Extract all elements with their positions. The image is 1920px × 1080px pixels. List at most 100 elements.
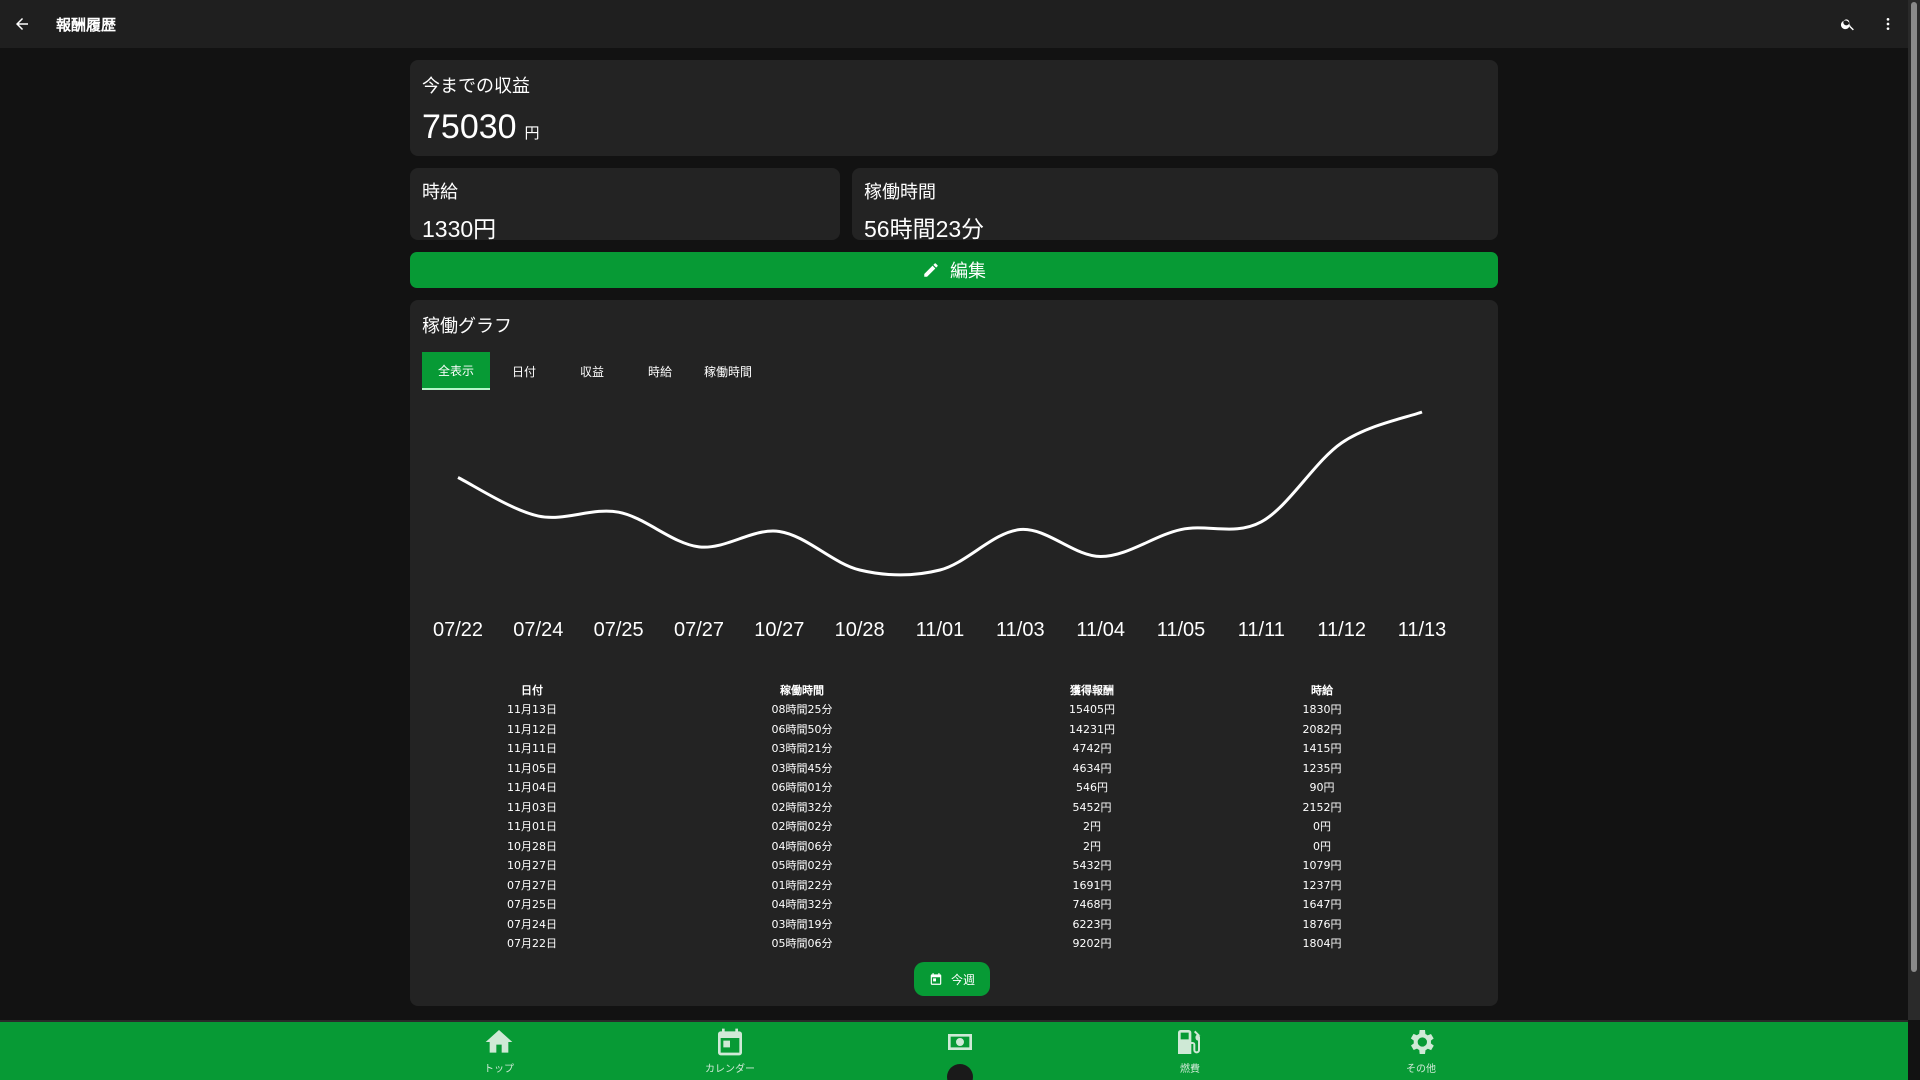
- edit-button[interactable]: 編集: [410, 252, 1498, 288]
- home-icon: [485, 1030, 513, 1053]
- gear-icon: [1410, 1030, 1434, 1054]
- table-cell: 06時間50分: [771, 722, 833, 736]
- table-cell: 07月24日: [507, 917, 557, 931]
- line-chart-svg: 07/22 07/24 07/25 07/27 10/27 10/28 11/01 11/03…: [433, 410, 1447, 641]
- nav-item-label: 燃費: [1180, 1064, 1200, 1075]
- x-tick-label: 07/27: [674, 619, 724, 641]
- back-button[interactable]: [2, 0, 42, 48]
- line-chart: 07/22 07/24 07/25 07/27 10/27 10/28 11/01 11/03…: [422, 400, 1486, 650]
- table-row: 07月25日 04時間32分 7468円 1647円: [422, 895, 1486, 915]
- table-row: 10月27日 05時間02分 5432円 1079円: [422, 856, 1486, 876]
- table-cell: 5452円: [1072, 800, 1112, 814]
- table-cell: 1235円: [1302, 761, 1342, 775]
- table-row: 10月28日 04時間06分 2円 0円: [422, 836, 1486, 856]
- tab-hourly-wage[interactable]: 時給: [626, 352, 694, 390]
- table-cell: 1079円: [1302, 859, 1342, 873]
- search-icon: [1840, 19, 1854, 31]
- table-cell: 2円: [1083, 839, 1101, 853]
- table-cell: 11月11日: [507, 742, 557, 756]
- graph-tabs: 全表示 日付 収益 時給 稼働時間: [422, 352, 1486, 390]
- table-cell: 0円: [1313, 839, 1331, 853]
- total-earnings-unit: 円: [524, 124, 540, 142]
- tab-working-hours[interactable]: 稼働時間: [694, 352, 762, 390]
- table-cell: 2082円: [1302, 722, 1342, 736]
- this-week-button[interactable]: 今週: [914, 962, 990, 996]
- table-cell: 11月05日: [507, 761, 557, 775]
- table-cell: 10月28日: [507, 839, 557, 853]
- history-table: 日付 稼働時間 獲得報酬 時給 11月13日 08時間25分 15405円 1830円 11月1…: [422, 680, 1486, 953]
- table-cell: 07月27日: [507, 878, 557, 892]
- table-cell: 1415円: [1302, 742, 1342, 756]
- table-cell: 06時間01分: [771, 781, 833, 795]
- table-cell: 07月25日: [507, 898, 557, 912]
- table-row: 11月13日 08時間25分 15405円 1830円: [422, 700, 1486, 720]
- table-cell: 03時間21分: [771, 742, 833, 756]
- tab-earnings[interactable]: 収益: [558, 352, 626, 390]
- x-tick-label: 07/22: [433, 619, 483, 641]
- tab-all[interactable]: 全表示: [422, 352, 490, 390]
- scrollbar[interactable]: [1908, 0, 1920, 1020]
- table-row: 11月03日 02時間32分 5452円 2152円: [422, 797, 1486, 817]
- table-row: 11月05日 03時間45分 4634円 1235円: [422, 758, 1486, 778]
- scrollbar-thumb[interactable]: [1911, 2, 1917, 972]
- main-content: 今までの収益 75030 円 時給 1330円 稼働時間 56時間23分 編集 …: [410, 60, 1498, 1006]
- table-header-row: 日付 稼働時間 獲得報酬 時給: [422, 680, 1486, 700]
- bottom-navigation: トップ カレンダー 燃費 その他: [0, 1020, 1908, 1080]
- table-row: 07月22日 05時間06分 9202円 1804円: [422, 934, 1486, 954]
- hourly-wage-card: 時給 1330円: [410, 168, 840, 242]
- nav-item-label: カレンダー: [705, 1064, 755, 1075]
- more-menu-button[interactable]: [1868, 0, 1908, 48]
- calendar-icon: [930, 973, 942, 985]
- pencil-icon: [924, 263, 938, 277]
- hourly-wage-label: 時給: [422, 182, 458, 203]
- table-cell: 01時間22分: [771, 878, 833, 892]
- table-row: 11月11日 03時間21分 4742円 1415円: [422, 739, 1486, 759]
- table-cell: 4742円: [1072, 742, 1112, 756]
- app-bar: 報酬履歴: [0, 0, 1908, 48]
- table-cell: 10月27日: [507, 859, 557, 873]
- x-tick-label: 07/24: [513, 619, 563, 641]
- total-earnings-label: 今までの収益: [422, 76, 530, 97]
- x-tick-label: 11/13: [1398, 619, 1447, 641]
- table-cell: 11月03日: [507, 800, 557, 814]
- table-cell: 90円: [1309, 781, 1335, 795]
- x-tick-label: 11/03: [996, 619, 1045, 641]
- total-earnings-value: 75030: [422, 108, 517, 146]
- table-cell: 1804円: [1302, 937, 1342, 951]
- tab-date[interactable]: 日付: [490, 352, 558, 390]
- edit-button-label: 編集: [950, 261, 986, 282]
- table-cell: 03時間19分: [771, 917, 833, 931]
- x-tick-label: 11/05: [1157, 619, 1206, 641]
- table-cell: 1830円: [1302, 703, 1342, 717]
- page-title: 報酬履歴: [56, 15, 117, 34]
- table-cell: 14231円: [1069, 722, 1115, 736]
- table-cell: 03時間45分: [771, 761, 833, 775]
- nav-item-money[interactable]: [915, 1026, 1005, 1060]
- table-cell: 1237円: [1302, 878, 1342, 892]
- nav-item-other[interactable]: その他: [1376, 1026, 1466, 1075]
- nav-item-top[interactable]: トップ: [454, 1026, 544, 1075]
- x-tick-label: 10/27: [754, 619, 804, 641]
- calendar-icon: [718, 1028, 742, 1056]
- nav-item-calendar[interactable]: カレンダー: [685, 1026, 775, 1075]
- table-cell: 2円: [1083, 820, 1101, 834]
- nav-item-label: その他: [1406, 1064, 1436, 1075]
- table-cell: 9202円: [1072, 937, 1112, 951]
- table-cell: 02時間32分: [771, 800, 833, 814]
- graph-title: 稼働グラフ: [422, 316, 512, 337]
- nav-item-fuel[interactable]: 燃費: [1145, 1026, 1235, 1075]
- x-tick-label: 07/25: [594, 619, 644, 641]
- total-earnings-card: 今までの収益 75030 円: [410, 60, 1498, 156]
- working-hours-value: 56時間23分: [864, 216, 985, 242]
- search-button[interactable]: [1828, 0, 1868, 48]
- table-cell: 5432円: [1072, 859, 1112, 873]
- table-cell: 1876円: [1302, 917, 1342, 931]
- table-header-cell: 稼働時間: [780, 683, 824, 697]
- table-cell: 2152円: [1302, 800, 1342, 814]
- x-tick-label: 11/11: [1238, 619, 1285, 641]
- table-cell: 05時間06分: [771, 937, 833, 951]
- table-cell: 6223円: [1072, 917, 1112, 931]
- table-cell: 1647円: [1302, 898, 1342, 912]
- table-cell: 1691円: [1072, 878, 1112, 892]
- table-cell: 0円: [1313, 820, 1331, 834]
